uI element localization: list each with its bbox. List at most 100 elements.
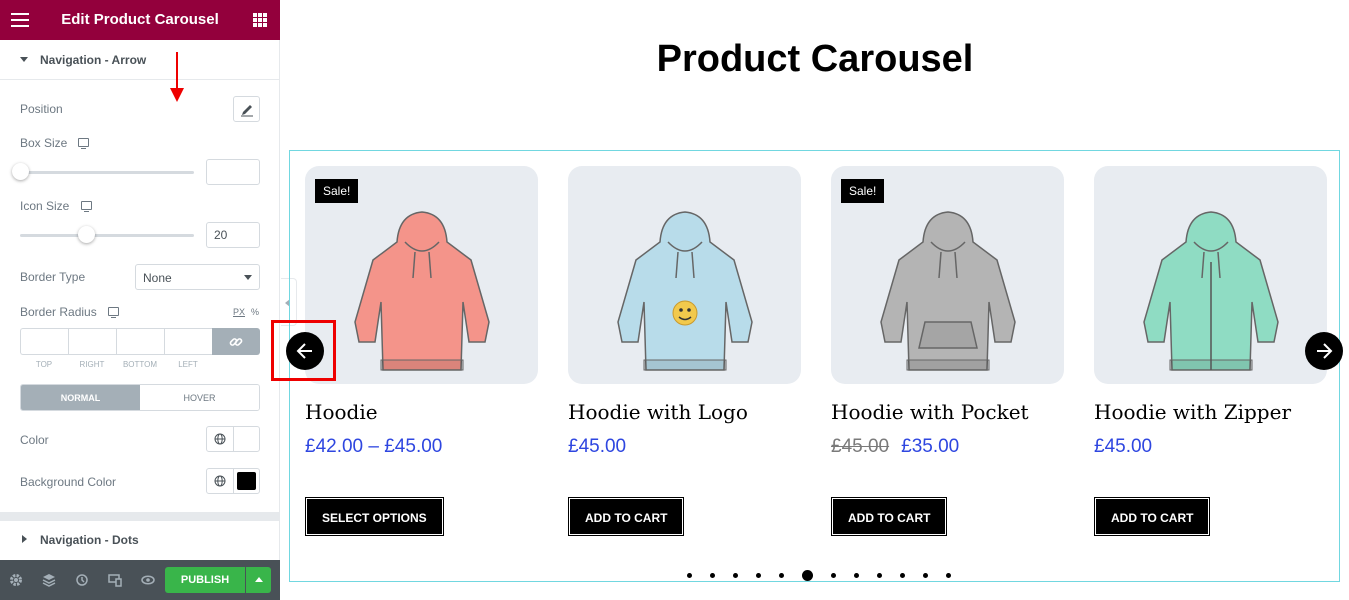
current-price: £42.00 – £45.00 bbox=[305, 436, 443, 457]
product-card[interactable]: Hoodie with Logo £45.00 ADD TO CART bbox=[567, 166, 801, 536]
sale-badge: Sale! bbox=[315, 179, 359, 203]
tab-hover[interactable]: HOVER bbox=[140, 385, 259, 410]
dim-label-left: LEFT bbox=[178, 360, 198, 369]
slider-handle[interactable] bbox=[78, 226, 95, 243]
section-label: Navigation - Arrow bbox=[40, 53, 147, 67]
box-size-label: Box Size bbox=[20, 136, 68, 150]
carousel-dot[interactable] bbox=[877, 573, 882, 578]
sidebar-header: Edit Product Carousel bbox=[0, 0, 280, 40]
product-card[interactable]: Sale! Hoodie with Pocket £45.00 £35.00 ADD T… bbox=[830, 166, 1064, 536]
sale-badge: Sale! bbox=[841, 179, 885, 203]
responsive-desktop-icon[interactable] bbox=[81, 201, 92, 212]
icon-size-slider[interactable] bbox=[20, 226, 194, 243]
product-name[interactable]: Hoodie with Logo bbox=[568, 400, 748, 424]
section-navigation-arrow[interactable]: Navigation - Arrow bbox=[0, 40, 280, 80]
select-options-button[interactable]: SELECT OPTIONS bbox=[305, 497, 444, 536]
border-type-value: None bbox=[143, 271, 172, 285]
carousel-dot[interactable] bbox=[710, 573, 715, 578]
product-price: £45.00 £35.00 bbox=[831, 436, 959, 458]
annotation-arrow-icon bbox=[170, 52, 184, 102]
hoodie-pocket-icon bbox=[880, 211, 1016, 371]
radius-top-input[interactable] bbox=[20, 328, 68, 355]
global-colors-button[interactable] bbox=[207, 469, 234, 493]
add-to-cart-button[interactable]: ADD TO CART bbox=[830, 497, 948, 536]
chevron-down-icon bbox=[244, 275, 252, 280]
preview-eye-icon[interactable] bbox=[141, 573, 155, 587]
history-icon[interactable] bbox=[75, 573, 89, 587]
carousel-dot[interactable] bbox=[733, 573, 738, 578]
icon-size-input[interactable]: 20 bbox=[206, 222, 260, 248]
carousel-dot[interactable] bbox=[756, 573, 761, 578]
carousel-dots bbox=[678, 570, 960, 581]
product-image[interactable]: Sale! bbox=[831, 166, 1064, 384]
editor-sidebar: Edit Product Carousel Navigation - Arrow… bbox=[0, 0, 280, 600]
current-price: £35.00 bbox=[901, 436, 960, 457]
border-type-select[interactable]: None bbox=[135, 264, 260, 290]
color-label: Color bbox=[20, 433, 49, 447]
carousel-dot[interactable] bbox=[802, 570, 813, 581]
product-image[interactable]: Sale! bbox=[305, 166, 538, 384]
link-values-button[interactable] bbox=[212, 328, 260, 355]
arrow-right-icon bbox=[1317, 343, 1333, 359]
unit-percent-toggle[interactable]: % bbox=[251, 307, 259, 317]
section-navigation-dots[interactable]: Navigation - Dots bbox=[0, 520, 280, 560]
global-colors-button[interactable] bbox=[207, 427, 234, 451]
box-size-input[interactable] bbox=[206, 159, 260, 185]
carousel-dot[interactable] bbox=[687, 573, 692, 578]
publish-options-button[interactable] bbox=[246, 567, 271, 593]
position-edit-button[interactable] bbox=[233, 96, 260, 122]
radius-left-input[interactable] bbox=[164, 328, 212, 355]
radius-bottom-input[interactable] bbox=[116, 328, 164, 355]
product-price: £45.00 bbox=[568, 436, 626, 458]
product-name[interactable]: Hoodie with Zipper bbox=[1094, 400, 1291, 424]
carousel-dot[interactable] bbox=[831, 573, 836, 578]
product-card[interactable]: Hoodie with Zipper £45.00 ADD TO CART bbox=[1093, 166, 1327, 536]
product-name[interactable]: Hoodie with Pocket bbox=[831, 400, 1029, 424]
unit-px-toggle[interactable]: PX bbox=[233, 307, 245, 317]
original-price: £45.00 bbox=[831, 436, 890, 457]
section-label: Navigation - Dots bbox=[40, 533, 139, 547]
publish-button[interactable]: PUBLISH bbox=[165, 567, 245, 593]
border-type-label: Border Type bbox=[20, 270, 86, 284]
navigator-layers-icon[interactable] bbox=[42, 573, 56, 587]
globe-icon bbox=[214, 475, 226, 487]
background-color-picker[interactable] bbox=[206, 468, 260, 494]
product-image[interactable] bbox=[1094, 166, 1327, 384]
color-picker[interactable] bbox=[206, 426, 260, 452]
product-card[interactable]: Sale! Hoodie £42.00 – £45.00 SELECT OPTIONS bbox=[305, 166, 538, 536]
responsive-desktop-icon[interactable] bbox=[108, 307, 119, 318]
product-image[interactable] bbox=[568, 166, 801, 384]
box-size-slider[interactable] bbox=[12, 163, 194, 180]
border-radius-dimensions bbox=[20, 328, 260, 355]
carousel-dot[interactable] bbox=[923, 573, 928, 578]
widgets-grid-icon[interactable] bbox=[253, 13, 267, 27]
settings-gear-icon[interactable] bbox=[9, 573, 23, 587]
state-tabs: NORMAL HOVER bbox=[20, 384, 260, 411]
background-color-label: Background Color bbox=[20, 475, 117, 489]
hoodie-zipper-icon bbox=[1143, 211, 1279, 371]
dim-label-top: TOP bbox=[35, 360, 53, 369]
carousel-dot[interactable] bbox=[946, 573, 951, 578]
tab-normal[interactable]: NORMAL bbox=[21, 385, 140, 410]
carousel-dot[interactable] bbox=[779, 573, 784, 578]
hoodie-icon bbox=[354, 211, 490, 371]
icon-size-label: Icon Size bbox=[20, 199, 70, 213]
background-color-swatch[interactable] bbox=[237, 472, 256, 490]
add-to-cart-button[interactable]: ADD TO CART bbox=[1093, 497, 1211, 536]
caret-down-icon bbox=[20, 57, 28, 62]
hoodie-logo-icon bbox=[617, 211, 753, 371]
carousel-dot[interactable] bbox=[854, 573, 859, 578]
responsive-desktop-icon[interactable] bbox=[78, 138, 89, 149]
radius-right-input[interactable] bbox=[68, 328, 116, 355]
carousel-dot[interactable] bbox=[900, 573, 905, 578]
carousel-next-arrow[interactable] bbox=[1305, 332, 1343, 370]
dim-label-bottom: BOTTOM bbox=[122, 360, 158, 369]
annotation-highlight-box bbox=[271, 320, 336, 381]
product-price: £42.00 – £45.00 bbox=[305, 436, 442, 458]
caret-right-icon bbox=[22, 535, 27, 543]
slider-handle[interactable] bbox=[12, 163, 29, 180]
product-name[interactable]: Hoodie bbox=[305, 400, 378, 424]
add-to-cart-button[interactable]: ADD TO CART bbox=[567, 497, 685, 536]
responsive-mode-icon[interactable] bbox=[108, 573, 122, 587]
color-swatch[interactable] bbox=[237, 430, 256, 448]
